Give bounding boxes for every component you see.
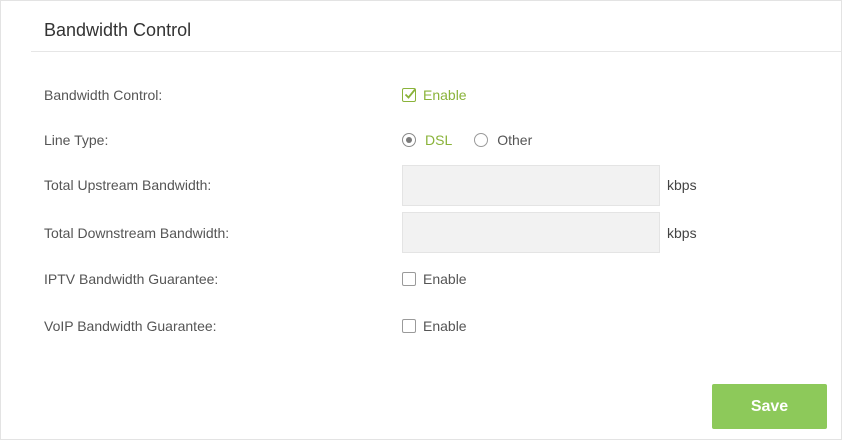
upstream-unit: kbps [667,177,697,193]
iptv-guarantee-label: IPTV Bandwidth Guarantee: [44,271,219,287]
bandwidth-control-enable-label: Enable [423,87,467,103]
downstream-bandwidth-input[interactable] [402,212,660,253]
downstream-unit: kbps [667,225,697,241]
iptv-enable-label: Enable [423,271,467,287]
line-type-dsl-radio[interactable] [402,133,416,147]
checkbox-unchecked-icon[interactable] [402,319,416,333]
line-type-radio-group: DSL Other [402,132,532,148]
bandwidth-control-label: Bandwidth Control: [44,87,163,103]
line-type-dsl-label: DSL [425,132,453,148]
bandwidth-control-enable-toggle[interactable]: Enable [402,87,467,103]
voip-enable-toggle[interactable]: Enable [402,318,467,334]
iptv-enable-toggle[interactable]: Enable [402,271,467,287]
line-type-other-radio[interactable] [474,133,489,147]
upstream-bandwidth-label: Total Upstream Bandwidth: [44,177,212,193]
line-type-label: Line Type: [44,132,109,148]
panel-title: Bandwidth Control [44,20,192,40]
checkbox-unchecked-icon[interactable] [402,272,416,286]
upstream-bandwidth-input[interactable] [402,165,660,206]
title-divider [31,51,841,52]
bandwidth-control-panel: Bandwidth Control Bandwidth Control: Ena… [0,0,842,440]
line-type-other-label: Other [497,132,533,148]
checkbox-checked-icon[interactable] [402,88,416,102]
downstream-bandwidth-label: Total Downstream Bandwidth: [44,225,230,241]
voip-guarantee-label: VoIP Bandwidth Guarantee: [44,318,217,334]
voip-enable-label: Enable [423,318,467,334]
save-button[interactable]: Save [712,384,827,429]
